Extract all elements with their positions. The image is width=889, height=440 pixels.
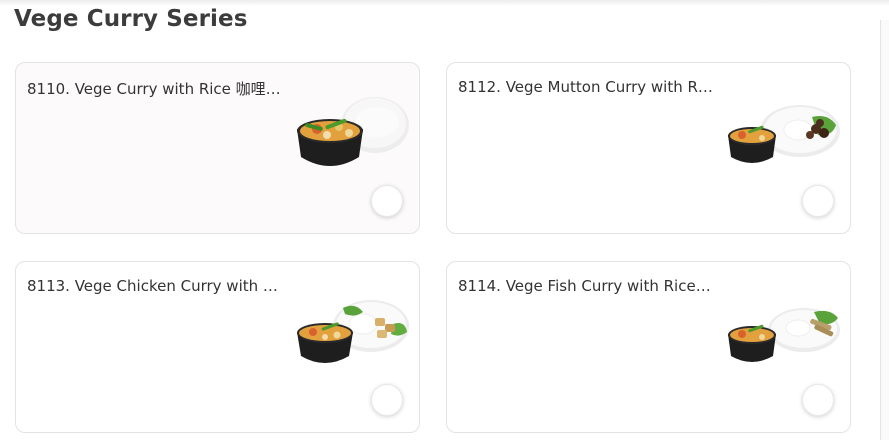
add-to-cart-button[interactable]	[371, 384, 403, 416]
add-to-cart-button[interactable]	[371, 185, 403, 217]
menu-item-title: 8113. Vege Chicken Curry with …	[27, 277, 278, 295]
fish-curry-dish-image	[728, 308, 840, 362]
menu-item-card[interactable]: 8113. Vege Chicken Curry with …	[15, 261, 420, 433]
chicken-curry-dish-image	[297, 300, 409, 363]
menu-item-title: 8114. Vege Fish Curry with Rice …	[458, 277, 713, 295]
menu-item-card[interactable]: 8112. Vege Mutton Curry with R…	[446, 62, 851, 234]
menu-item-card[interactable]: 8114. Vege Fish Curry with Rice …	[446, 261, 851, 433]
add-to-cart-button[interactable]	[802, 384, 834, 416]
section-title: Vege Curry Series	[14, 6, 248, 32]
menu-item-title: 8110. Vege Curry with Rice 咖哩…	[27, 80, 281, 98]
mutton-curry-dish-image	[728, 105, 840, 163]
curry-rice-dish-image	[297, 97, 409, 166]
add-to-cart-button[interactable]	[802, 185, 834, 217]
scrollbar-track[interactable]	[880, 20, 889, 440]
menu-item-title: 8112. Vege Mutton Curry with R…	[458, 78, 713, 96]
menu-item-card[interactable]: 8110. Vege Curry with Rice 咖哩…	[15, 62, 420, 234]
